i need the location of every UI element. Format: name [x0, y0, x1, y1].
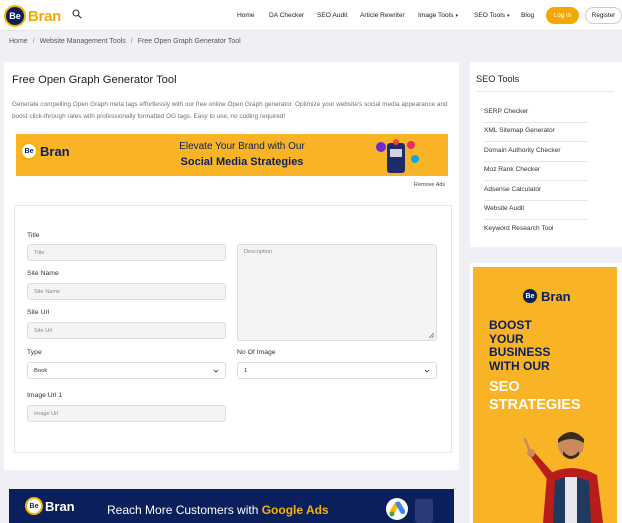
social-phone-illustration [376, 139, 419, 173]
no-of-image-value: 1 [244, 368, 248, 374]
nav-image-tools-label: Image Tools [418, 12, 454, 19]
google-ads-logo-icon [386, 498, 433, 523]
breadcrumb-separator: / [32, 38, 35, 45]
sidebar-item-serp-checker[interactable]: SERP Checker [484, 104, 588, 123]
sidebar-item-xml-sitemap-generator[interactable]: XML Sitemap Generator [484, 123, 588, 142]
ad-seo: SEO [489, 379, 520, 395]
image-url-label: Image Url 1 [27, 392, 63, 399]
ad-background: Be Bran BOOST YOUR BUSINESS WITH OUR SEO… [473, 267, 617, 523]
chevron-down-icon: ▾ [455, 13, 458, 19]
pointing-man-illustration [523, 432, 603, 523]
sidebar-item-adsense-calculator[interactable]: Adsense Calculator [484, 182, 588, 201]
nav-seo-audit[interactable]: SEO Audit [317, 12, 347, 19]
nav-blog[interactable]: Blog [521, 12, 534, 19]
description-placeholder: Description [244, 249, 272, 255]
image-url-input[interactable]: Image Url [27, 405, 226, 422]
ad-line-1: BOOST [489, 318, 532, 332]
nav-seo-tools[interactable]: SEO Tools ▾ [474, 12, 510, 19]
nav-seo-tools-label: SEO Tools [474, 12, 506, 19]
ad-line-4: WITH OUR [489, 358, 550, 373]
google-ads-banner[interactable]: Be Bran Reach More Customers with Google… [9, 489, 454, 523]
breadcrumb-home[interactable]: Home [9, 38, 28, 45]
social-media-ad-banner[interactable]: Be Bran Elevate Your Brand with Our Soci… [16, 134, 448, 176]
bottom-banner-logo: Be Bran [25, 497, 75, 515]
logo-be: Be [4, 5, 26, 27]
ad-line-3: BUSINESS [489, 345, 551, 359]
type-label: Type [27, 349, 42, 356]
remove-ads-link[interactable]: Remove Ads [414, 182, 445, 188]
sidebar-item-keyword-research-tool[interactable]: Keyword Research Tool [484, 221, 588, 240]
nav-article-rewriter[interactable]: Article Rewriter [360, 12, 405, 19]
type-select-value: Book [34, 368, 48, 374]
bottom-banner-text: Reach More Customers with Google Ads [107, 503, 329, 517]
sidebar-title: SEO Tools [476, 74, 520, 84]
ad-seo-strategies: SEO STRATEGIES [489, 378, 581, 414]
logo-bran: Bran [28, 7, 61, 25]
nav-home[interactable]: Home [237, 12, 255, 19]
site-name-label: Site Name [27, 270, 59, 277]
site-logo[interactable]: Be Bran [4, 5, 61, 27]
site-name-input[interactable]: Site Name [27, 283, 226, 300]
ad-headline: BOOST YOUR BUSINESS WITH OUR [489, 318, 551, 373]
ad-line-2: YOUR [489, 331, 524, 346]
site-url-label: Site Url [27, 309, 50, 316]
main-content: Free Open Graph Generator Tool Generate … [4, 62, 459, 470]
ad-logo: Be Bran [521, 287, 571, 305]
ad-logo-bran: Bran [541, 288, 571, 304]
search-icon[interactable] [72, 9, 82, 19]
page-description: Generate compelling Open Graph meta tags… [12, 101, 448, 120]
breadcrumb: Home / Website Management Tools / Free Open … [9, 38, 241, 45]
description-textarea[interactable]: Description [237, 244, 437, 341]
breadcrumb-separator: / [130, 38, 133, 45]
type-select[interactable]: Book [27, 362, 226, 379]
page-title: Free Open Graph Generator Tool [12, 74, 177, 86]
title-label: Title [27, 232, 40, 239]
bottom-banner-highlight: Google Ads [261, 503, 329, 517]
breadcrumb-category[interactable]: Website Management Tools [40, 38, 126, 45]
nav-image-tools[interactable]: Image Tools ▾ [418, 12, 458, 19]
ad-strategies: STRATEGIES [489, 397, 581, 413]
sidebar-item-domain-authority-checker[interactable]: Domain Authority Checker [484, 143, 588, 162]
title-input[interactable]: Title [27, 244, 226, 261]
sidebar-divider [476, 91, 614, 92]
banner-headline: Elevate Your Brand with Our [179, 141, 305, 152]
og-generator-form: Title Title Description Site Name Site N… [14, 205, 452, 453]
banner-subheadline: Social Media Strategies [180, 156, 304, 168]
bottom-logo-be: Be [25, 497, 43, 515]
chevron-down-icon [424, 369, 430, 373]
nav-da-checker[interactable]: DA Checker [269, 12, 304, 19]
chevron-down-icon [213, 369, 219, 373]
resize-handle-icon[interactable] [428, 332, 434, 338]
register-button[interactable]: Register [585, 7, 622, 24]
chevron-down-icon: ▾ [507, 13, 510, 19]
no-of-image-label: No Of Image [237, 349, 276, 356]
seo-tools-sidebar: SEO Tools SERP Checker XML Sitemap Gener… [470, 62, 622, 247]
breadcrumb-current: Free Open Graph Generator Tool [137, 38, 241, 45]
login-button[interactable]: Log in [546, 7, 579, 24]
banner-logo: Be Bran [20, 142, 70, 160]
banner-logo-bran: Bran [40, 143, 70, 159]
bottom-banner-text-main: Reach More Customers with [107, 503, 262, 517]
no-of-image-select[interactable]: 1 [237, 362, 437, 379]
sidebar-item-website-audit[interactable]: Website Audit [484, 201, 588, 220]
bottom-logo-bran: Bran [45, 498, 75, 514]
sidebar-item-moz-rank-checker[interactable]: Moz Rank Checker [484, 162, 588, 181]
site-header: Be Bran Home DA Checker SEO Audit Articl… [0, 0, 622, 31]
banner-logo-be: Be [20, 142, 38, 160]
ad-logo-be: Be [521, 287, 539, 305]
site-url-input[interactable]: Site Url [27, 322, 226, 339]
seo-strategies-ad[interactable]: Be Bran BOOST YOUR BUSINESS WITH OUR SEO… [470, 263, 622, 523]
